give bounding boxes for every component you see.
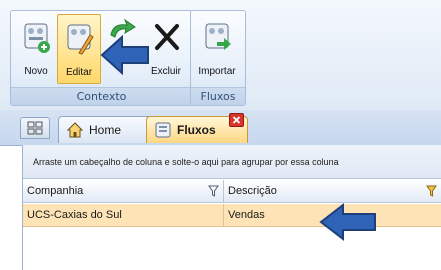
group-label-contexto: Contexto xyxy=(11,87,192,105)
grid-icon xyxy=(27,121,43,135)
tab-home-label: Home xyxy=(89,123,122,137)
filter-icon[interactable] xyxy=(208,185,219,197)
pointer-arrow-icon xyxy=(100,34,149,76)
filter-icon[interactable] xyxy=(426,185,437,197)
home-icon xyxy=(67,122,83,138)
delete-x-icon xyxy=(155,24,179,50)
tab-close-button[interactable] xyxy=(229,113,244,127)
group-fluxos: Importar Fluxos xyxy=(190,10,246,106)
editar-button[interactable]: Editar xyxy=(57,14,101,84)
importar-label: Importar xyxy=(198,66,236,77)
column-header-label: Companhia xyxy=(27,185,84,197)
new-flow-icon xyxy=(24,23,50,53)
close-icon xyxy=(232,116,241,124)
tab-home[interactable]: Home xyxy=(58,116,152,143)
column-header-label: Descrição xyxy=(228,185,277,197)
tab-list-button[interactable] xyxy=(20,117,50,139)
flows-grid: Arraste um cabeçalho de coluna e solte-o… xyxy=(22,145,441,270)
tab-fluxos-label: Fluxos xyxy=(177,123,216,137)
ribbon: Novo Editar Excluir Contexto Importar Fl… xyxy=(0,0,441,111)
import-flow-icon xyxy=(205,23,231,50)
edit-flow-icon xyxy=(67,24,94,55)
tab-fluxos[interactable]: Fluxos xyxy=(146,113,248,143)
flow-icon xyxy=(155,122,171,138)
novo-label: Novo xyxy=(24,66,48,77)
editar-label: Editar xyxy=(65,67,93,78)
novo-button[interactable]: Novo xyxy=(15,14,57,82)
pointer-arrow-icon xyxy=(319,202,376,242)
group-by-panel[interactable]: Arraste um cabeçalho de coluna e solte-o… xyxy=(23,145,441,179)
importar-button[interactable]: Importar xyxy=(196,14,238,82)
column-header-descricao[interactable]: Descrição xyxy=(224,180,441,203)
group-label-fluxos: Fluxos xyxy=(191,87,245,105)
document-tabstrip: Home Fluxos xyxy=(0,110,441,146)
column-header-companhia[interactable]: Companhia xyxy=(23,180,224,203)
cell-companhia[interactable]: UCS-Caxias do Sul xyxy=(23,204,224,227)
